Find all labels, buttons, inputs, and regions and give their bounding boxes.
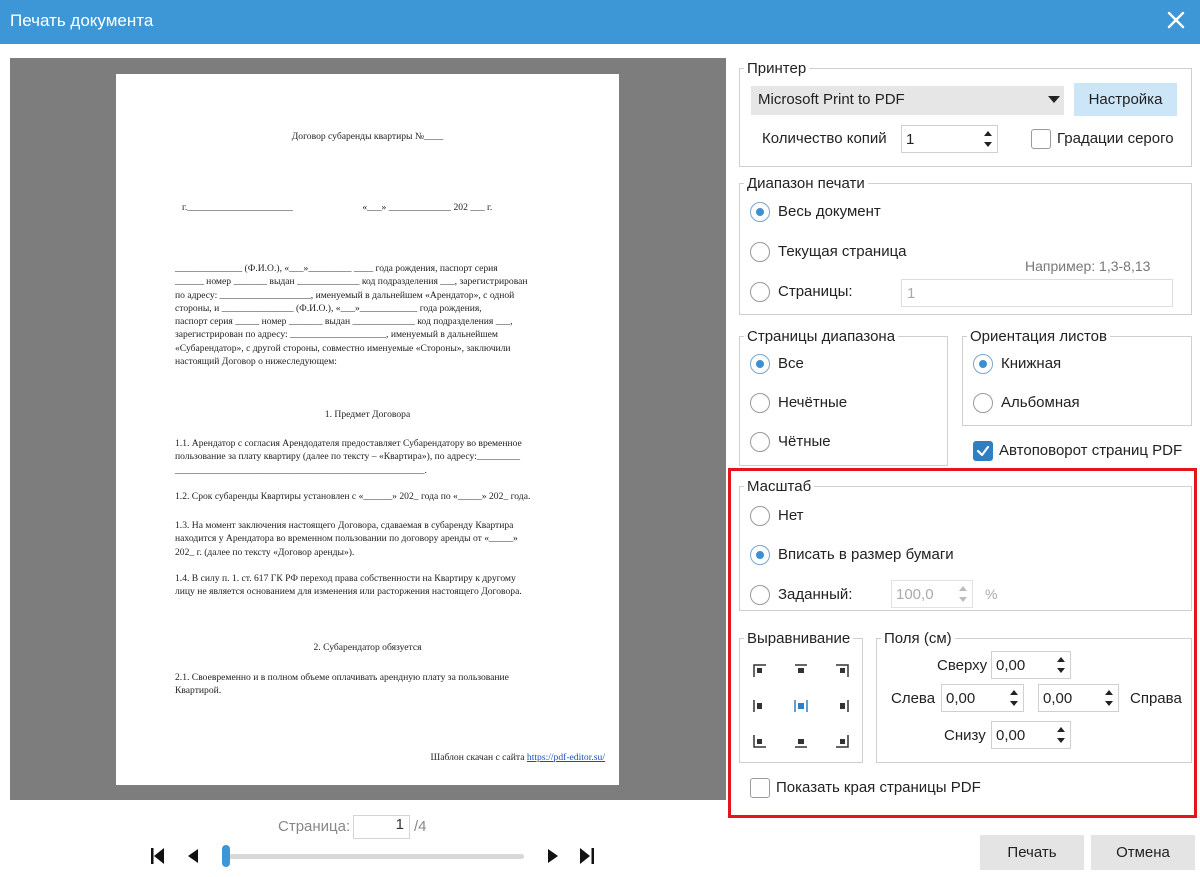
range-hint: Например: 1,3-8,13 — [1025, 258, 1151, 274]
orientation-radio-landscape[interactable] — [973, 393, 993, 413]
checkmark-icon — [976, 445, 990, 457]
range-pages-legend: Страницы диапазона — [747, 328, 896, 345]
doc-credit: Шаблон скачан с сайта https://pdf-editor… — [431, 752, 605, 763]
pages-input-value: 1 — [907, 285, 916, 302]
copies-label: Количество копий — [762, 130, 887, 147]
printer-select[interactable]: Microsoft Print to PDF — [751, 86, 1064, 115]
doc-p13: 1.3. На момент заключения настоящего Дог… — [175, 520, 518, 558]
range-radio-pages[interactable] — [750, 282, 770, 302]
previous-page-icon[interactable] — [183, 845, 203, 867]
arrow-up-icon[interactable] — [981, 127, 995, 139]
doc-p11: 1.1. Арендатор с согласия Арендодателя п… — [175, 438, 522, 476]
doc-title: Договор субаренды квартиры №____ — [291, 131, 444, 142]
close-icon[interactable] — [1164, 8, 1188, 32]
printer-select-value: Microsoft Print to PDF — [758, 91, 905, 108]
last-page-icon[interactable] — [576, 845, 596, 867]
highlight-box — [728, 468, 1197, 818]
doc-intro: ______________ (Ф.И.О.), «___»_________ … — [175, 263, 528, 368]
page-total: /4 — [414, 818, 427, 835]
orientation-portrait-label: Книжная — [1001, 355, 1062, 372]
grayscale-label: Градации серого — [1057, 130, 1174, 147]
next-page-icon[interactable] — [543, 845, 563, 867]
first-page-icon[interactable] — [149, 845, 169, 867]
range-radio-all[interactable] — [750, 202, 770, 222]
pages-odd-label: Нечётные — [778, 394, 848, 411]
orientation-landscape-label: Альбомная — [1001, 394, 1080, 411]
copies-stepper[interactable]: 1 — [901, 125, 998, 153]
cancel-button[interactable]: Отмена — [1091, 835, 1195, 870]
page-number-input[interactable]: 1 — [353, 815, 410, 839]
doc-credit-link[interactable]: https://pdf-editor.su/ — [527, 752, 605, 763]
doc-section-2: 2. Субарендатор обязуется — [313, 642, 422, 653]
doc-p21: 2.1. Своевременно и в полном объеме опла… — [175, 672, 509, 697]
range-radio-current[interactable] — [750, 242, 770, 262]
range-all-label: Весь документ — [778, 203, 881, 220]
orientation-radio-portrait[interactable] — [973, 354, 993, 374]
chevron-down-icon — [1048, 96, 1060, 103]
page-slider-track[interactable] — [227, 854, 524, 859]
window-title: Печать документа — [10, 11, 154, 30]
printer-legend: Принтер — [747, 60, 807, 77]
autorotate-label: Автоповорот страниц PDF — [999, 442, 1183, 459]
printer-setup-button[interactable]: Настройка — [1074, 83, 1177, 116]
doc-credit-text: Шаблон скачан с сайта — [430, 752, 527, 763]
arrow-down-icon[interactable] — [981, 139, 995, 151]
title-bar: Печать документа — [0, 0, 1200, 44]
page-label: Страница: — [278, 818, 351, 835]
orientation-group: Ориентация листов — [962, 328, 1192, 426]
pages-radio-all[interactable] — [750, 354, 770, 374]
doc-city-date: г.______________________ «___» _________… — [182, 202, 493, 213]
autorotate-checkbox[interactable] — [973, 441, 993, 461]
print-range-legend: Диапазон печати — [747, 175, 865, 192]
pages-all-label: Все — [778, 355, 804, 372]
pages-even-label: Чётные — [778, 433, 831, 450]
range-current-label: Текущая страница — [778, 243, 907, 260]
document-page: Договор субаренды квартиры №____ г._____… — [116, 74, 619, 785]
doc-section-1: 1. Предмет Договора — [324, 409, 411, 420]
pages-radio-even[interactable] — [750, 432, 770, 452]
print-button[interactable]: Печать — [980, 835, 1084, 870]
grayscale-checkbox[interactable] — [1031, 129, 1051, 149]
copies-value: 1 — [906, 131, 915, 148]
doc-p12: 1.2. Срок субаренды Квартиры установлен … — [175, 491, 531, 502]
page-slider-thumb[interactable] — [222, 845, 230, 867]
range-pages-label: Страницы: — [778, 283, 853, 300]
orientation-legend: Ориентация листов — [970, 328, 1107, 345]
pages-input[interactable]: 1 — [901, 279, 1173, 307]
pages-radio-odd[interactable] — [750, 393, 770, 413]
doc-p14: 1.4. В силу п. 1. ст. 617 ГК РФ переход … — [175, 573, 522, 598]
